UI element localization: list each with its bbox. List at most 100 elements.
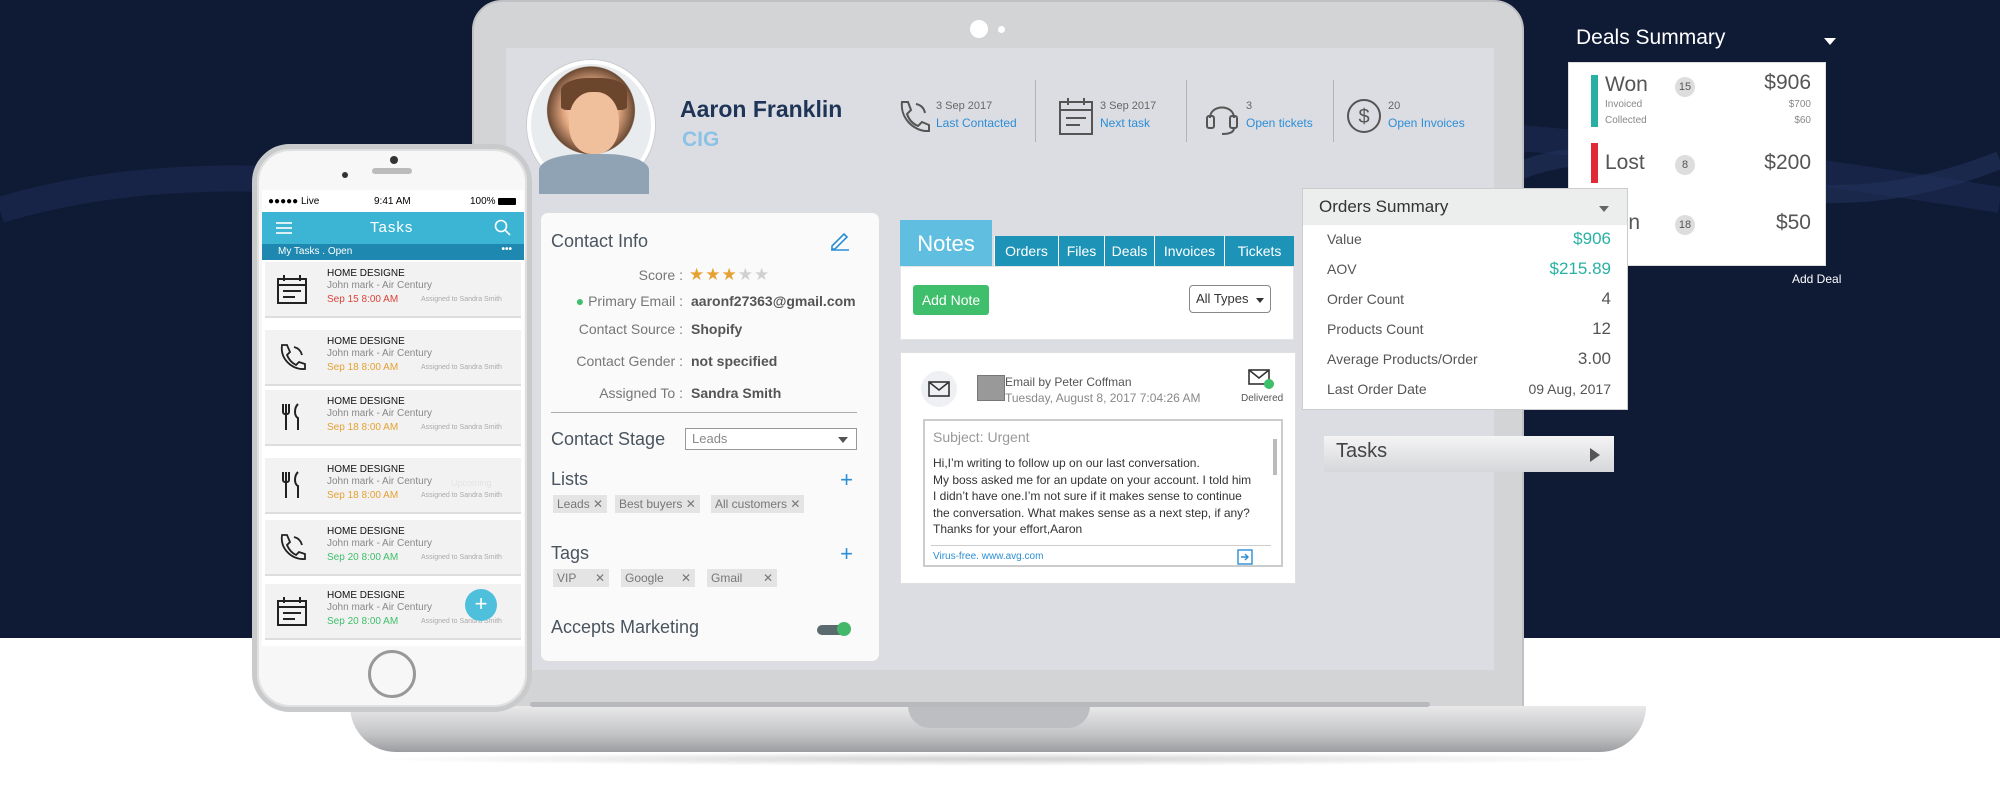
- task-assignee: Assigned to Sandra Smith: [421, 296, 502, 303]
- star-icon[interactable]: ★: [722, 265, 738, 284]
- email-subject: Subject: Urgent: [933, 429, 1030, 445]
- deals-summary-title[interactable]: Deals Summary: [1576, 26, 1725, 50]
- chevron-down-icon[interactable]: [1824, 38, 1836, 45]
- avatar-face: [569, 92, 619, 154]
- task-title: HOME DESIGNE: [327, 336, 405, 347]
- tab-invoices[interactable]: Invoices: [1154, 236, 1224, 266]
- chip-label: Google: [625, 571, 664, 585]
- add-tag-button[interactable]: +: [840, 541, 853, 567]
- star-icon[interactable]: ★: [754, 265, 770, 284]
- tag-chip[interactable]: Google ✕: [621, 569, 695, 587]
- close-icon[interactable]: ✕: [681, 571, 691, 585]
- laptop-sensor: [998, 26, 1005, 33]
- star-icon[interactable]: ★: [689, 265, 705, 284]
- task-item[interactable]: HOME DESIGNE John mark - Air Century Sep…: [265, 330, 521, 386]
- tab-deals[interactable]: Deals: [1104, 236, 1154, 266]
- source-label: Contact Source :: [578, 321, 683, 337]
- won-sub-label: Invoiced: [1605, 99, 1643, 110]
- email-content-box[interactable]: Subject: Urgent Hi,I’m writing to follow…: [923, 419, 1283, 567]
- star-icon[interactable]: ★: [705, 265, 721, 284]
- accepts-marketing-toggle[interactable]: [817, 622, 851, 636]
- email-value[interactable]: aaronf27363@gmail.com: [691, 293, 856, 309]
- order-stat-label: Value: [1327, 231, 1362, 247]
- task-subtitle: John mark - Air Century: [327, 602, 433, 613]
- stat-label[interactable]: Next task: [1100, 116, 1150, 130]
- filter-label[interactable]: My Tasks . Open: [278, 246, 352, 257]
- divider: [1035, 80, 1036, 142]
- close-icon[interactable]: ✕: [593, 497, 603, 511]
- envelope-icon: [928, 381, 950, 397]
- edit-icon[interactable]: [829, 229, 851, 251]
- stat-label[interactable]: Open tickets: [1246, 116, 1313, 130]
- won-indicator: [1591, 75, 1598, 127]
- add-task-fab[interactable]: +: [465, 589, 497, 621]
- add-deal-link[interactable]: Add Deal: [1792, 272, 1841, 286]
- check-circle-icon: ●: [575, 293, 585, 309]
- tag-chip[interactable]: Gmail ✕: [707, 569, 777, 587]
- more-icon[interactable]: •••: [501, 244, 512, 255]
- task-date: Sep 18 8:00 AM: [327, 490, 399, 501]
- laptop-shadow: [360, 752, 1636, 766]
- task-item[interactable]: HOME DESIGNE John mark - Air Century Sep…: [265, 390, 521, 446]
- add-list-button[interactable]: +: [840, 467, 853, 493]
- orders-summary-title: Orders Summary: [1319, 197, 1449, 216]
- chevron-right-icon: [1590, 448, 1600, 462]
- stat-date: 3: [1246, 100, 1253, 112]
- hamburger-menu-icon[interactable]: [276, 222, 292, 234]
- chevron-down-icon: [1599, 206, 1609, 212]
- order-stat-label: Average Products/Order: [1327, 351, 1478, 367]
- phone-home-button[interactable]: [368, 650, 416, 698]
- phone-sensor: [342, 172, 348, 178]
- sender-avatar: [977, 375, 1005, 401]
- task-assignee: Assigned to Sandra Smith: [421, 618, 502, 625]
- tab-notes[interactable]: Notes: [900, 220, 992, 266]
- deal-label: Lost: [1605, 151, 1645, 174]
- tab-files[interactable]: Files: [1058, 236, 1104, 266]
- chip-label: VIP: [557, 571, 577, 585]
- stat-label[interactable]: Last Contacted: [936, 116, 1017, 130]
- search-icon[interactable]: [494, 219, 512, 237]
- close-icon[interactable]: ✕: [790, 497, 800, 511]
- order-stat-value: 4: [1601, 289, 1611, 308]
- star-icon[interactable]: ★: [738, 265, 754, 284]
- list-chip[interactable]: Best buyers ✕: [615, 495, 700, 513]
- add-note-button[interactable]: Add Note: [913, 285, 989, 315]
- score-rating[interactable]: ★★★★★: [689, 265, 770, 285]
- chevron-down-icon: [1256, 298, 1264, 303]
- envelope-icon-wrap: [921, 371, 957, 407]
- phone-title: Tasks: [370, 219, 414, 236]
- task-item[interactable]: HOME DESIGNE John mark - Air Century Sep…: [265, 262, 521, 318]
- fork-knife-icon: [282, 471, 299, 498]
- close-icon[interactable]: ✕: [763, 571, 773, 585]
- close-icon[interactable]: ✕: [595, 571, 605, 585]
- task-item[interactable]: HOME DESIGNE John mark - Air Century Sep…: [265, 458, 521, 514]
- task-item[interactable]: HOME DESIGNE John mark - Air Century Sep…: [265, 520, 521, 576]
- email-scrollbar[interactable]: [1273, 439, 1277, 475]
- deal-amount: $906: [1764, 71, 1811, 94]
- list-chip[interactable]: All customers ✕: [711, 495, 805, 513]
- notes-tab-bar: Notes Orders Files Deals Invoices Ticket…: [900, 220, 1294, 266]
- orders-summary-header[interactable]: Orders Summary: [1303, 189, 1627, 225]
- upcoming-overlay: Upcoming: [451, 478, 492, 488]
- tab-orders[interactable]: Orders: [994, 236, 1058, 266]
- close-icon[interactable]: ✕: [686, 497, 696, 511]
- deal-amount: $50: [1775, 211, 1811, 234]
- phone-app-header: Tasks: [262, 212, 524, 244]
- order-stat-label: Order Count: [1327, 291, 1405, 307]
- email-note-card: Email by Peter Coffman Tuesday, August 8…: [900, 352, 1296, 584]
- lists-label: Lists: [551, 469, 589, 489]
- contact-stage-select[interactable]: Leads: [685, 428, 857, 450]
- contact-stage-label: Contact Stage: [551, 429, 666, 449]
- expand-icon[interactable]: [1237, 549, 1253, 565]
- contact-company[interactable]: CIG: [682, 128, 719, 152]
- gender-value: not specified: [691, 353, 778, 369]
- delivery-status: Delivered: [1241, 393, 1284, 404]
- list-chip[interactable]: Leads ✕: [553, 495, 608, 513]
- email-footer-link[interactable]: Virus-free. www.avg.com: [933, 551, 1043, 562]
- stat-label[interactable]: Open Invoices: [1388, 116, 1465, 130]
- tag-chip[interactable]: VIP ✕: [553, 569, 609, 587]
- note-type-filter[interactable]: All Types: [1189, 285, 1271, 313]
- tasks-panel[interactable]: Tasks: [1324, 436, 1614, 472]
- horizontal-scrollbar[interactable]: [530, 702, 1430, 707]
- tab-tickets[interactable]: Tickets: [1224, 236, 1294, 266]
